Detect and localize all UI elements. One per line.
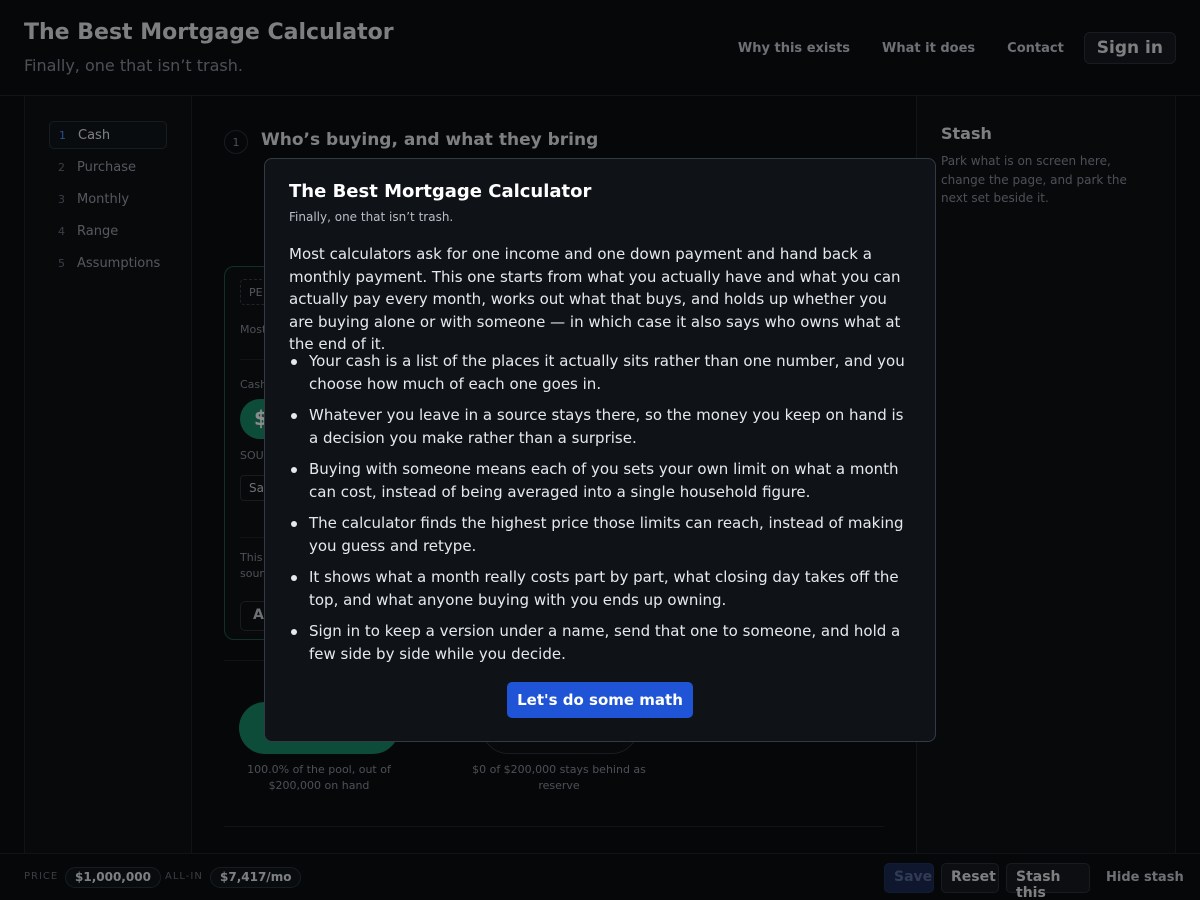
dialog-intro: Most calculators ask for one income and … (289, 245, 901, 354)
welcome-dialog: The Best Mortgage Calculator Finally, on… (264, 158, 936, 742)
dialog-subtitle: Finally, one that isn’t trash. (289, 210, 454, 224)
feature-item: Whatever you leave in a source stays the… (289, 404, 913, 450)
feature-list: Your cash is a list of the places it act… (289, 350, 913, 674)
feature-item: The calculator finds the highest price t… (289, 512, 913, 558)
feature-item: Sign in to keep a version under a name, … (289, 620, 913, 666)
feature-item: Your cash is a list of the places it act… (289, 350, 913, 396)
start-button[interactable]: Let's do some math (507, 682, 693, 718)
feature-item: It shows what a month really costs part … (289, 566, 913, 612)
feature-item: Buying with someone means each of you se… (289, 458, 913, 504)
dialog-title: The Best Mortgage Calculator (289, 181, 592, 202)
